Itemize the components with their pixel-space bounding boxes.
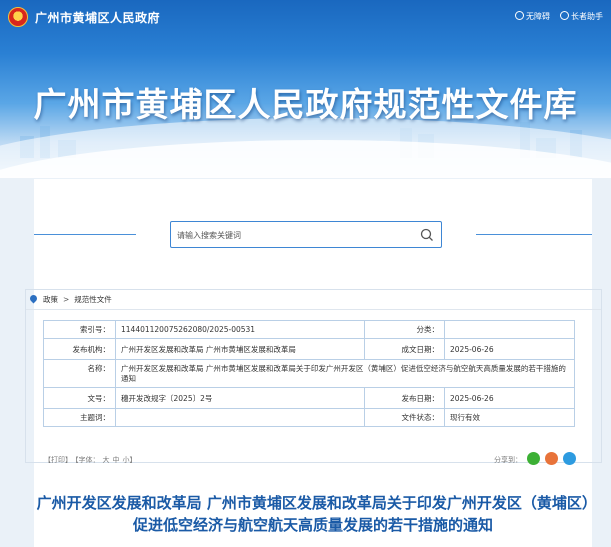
date-published-label: 发布日期： (364, 387, 445, 409)
info-section: 政策 > 规范性文件 索引号： 114401120075262080/2025-00… (25, 289, 602, 463)
name-value: 广州开发区发展和改革局 广州市黄埔区发展和改革局关于印发广州开发区（黄埔区）促进… (115, 359, 575, 388)
name-label: 名称： (43, 359, 116, 388)
doc-no-label: 文号： (43, 387, 116, 409)
date-created-label: 成文日期： (364, 338, 445, 360)
document-meta-table: 索引号： 114401120075262080/2025-00531 分类： 发… (43, 320, 575, 427)
divider-line (34, 234, 136, 235)
breadcrumb-item-normative-docs[interactable]: 规范性文件 (74, 295, 112, 304)
search-icon[interactable] (419, 227, 435, 243)
search-input[interactable] (177, 226, 407, 244)
wechat-share-icon[interactable] (527, 452, 540, 465)
banner-title: 广州市黄埔区人民政府规范性文件库 (33, 85, 578, 124)
category-value (444, 320, 575, 339)
keywords-value (115, 408, 365, 427)
font-medium-button[interactable]: 中 (113, 456, 120, 464)
search-box (170, 221, 442, 248)
breadcrumb-separator: > (63, 295, 70, 304)
date-published-value: 2025-06-26 (444, 387, 575, 409)
elder-helper-icon (560, 11, 569, 20)
location-icon (28, 293, 39, 304)
elder-helper-link[interactable]: 长者助手 (560, 11, 603, 22)
document-title: 广州开发区发展和改革局 广州市黄埔区发展和改革局关于印发广州开发区（黄埔区）促进… (36, 494, 590, 534)
category-label: 分类： (364, 320, 445, 339)
accessibility-icon (515, 11, 524, 20)
status-value: 现行有效 (444, 408, 575, 427)
table-row: 主题词： 文件状态： 现行有效 (43, 408, 575, 427)
top-links: 无障碍 长者助手 (515, 11, 603, 22)
font-size-label: 【字体： (75, 456, 100, 464)
issuer-label: 发布机构： (43, 338, 116, 360)
breadcrumb-item-policy[interactable]: 政策 (43, 295, 58, 304)
table-row: 文号： 穗开发改规字〔2025〕2号 发布日期： 2025-06-26 (43, 387, 575, 409)
keywords-label: 主题词： (43, 408, 116, 427)
breadcrumb: 政策 > 规范性文件 (26, 290, 601, 310)
font-large-button[interactable]: 大 (103, 456, 110, 464)
toolbar: 【打印】 【字体：大中小】 分享到： (34, 450, 592, 470)
search-row (34, 219, 592, 251)
elder-helper-label: 长者助手 (571, 12, 603, 21)
national-emblem-icon (8, 7, 28, 27)
index-label: 索引号： (43, 320, 116, 339)
site-name[interactable]: 广州市黄埔区人民政府 (35, 9, 160, 26)
main-panel: 政策 > 规范性文件 索引号： 114401120075262080/2025-00… (25, 179, 602, 547)
top-bar: 广州市黄埔区人民政府 无障碍 长者助手 (0, 0, 611, 34)
divider-line (476, 234, 592, 235)
table-row: 名称： 广州开发区发展和改革局 广州市黄埔区发展和改革局关于印发广州开发区（黄埔… (43, 359, 575, 388)
reading-tools: 【打印】 【字体：大中小】 (44, 455, 140, 465)
print-button[interactable]: 【打印】 (44, 456, 72, 464)
status-label: 文件状态： (364, 408, 445, 427)
share-label: 分享到： (494, 456, 522, 464)
font-small-button[interactable]: 小】 (123, 456, 137, 464)
doc-no-value: 穗开发改规字〔2025〕2号 (115, 387, 365, 409)
table-row: 索引号： 114401120075262080/2025-00531 分类： (43, 320, 575, 339)
qq-share-icon[interactable] (563, 452, 576, 465)
index-value: 114401120075262080/2025-00531 (115, 320, 365, 339)
weibo-share-icon[interactable] (545, 452, 558, 465)
issuer-value: 广州开发区发展和改革局 广州市黄埔区发展和改革局 (115, 338, 365, 360)
accessibility-link[interactable]: 无障碍 (515, 11, 550, 22)
table-row: 发布机构： 广州开发区发展和改革局 广州市黄埔区发展和改革局 成文日期： 202… (43, 338, 575, 360)
accessibility-label: 无障碍 (526, 12, 550, 21)
date-created-value: 2025-06-26 (444, 338, 575, 360)
